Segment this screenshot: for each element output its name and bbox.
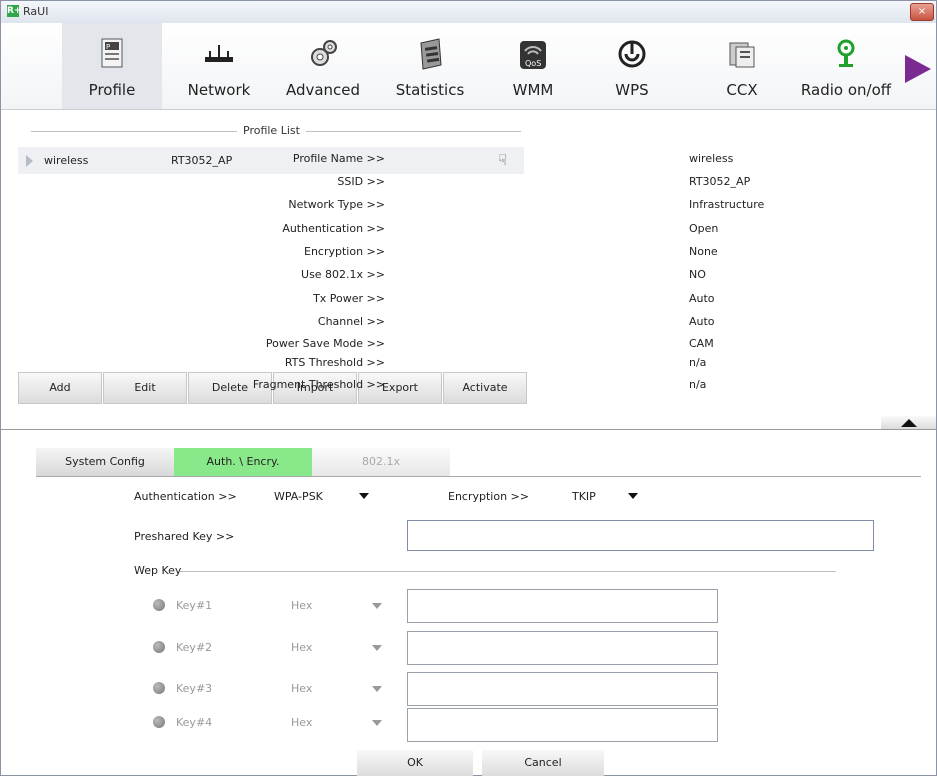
toolbar-label-wps: WPS — [615, 81, 649, 99]
cancel-button[interactable]: Cancel — [482, 750, 604, 776]
activate-button[interactable]: Activate — [443, 372, 527, 404]
close-button[interactable]: × — [910, 3, 934, 21]
preshared-key-input[interactable] — [407, 520, 874, 551]
toolbar-profile-button[interactable]: P Profile — [62, 23, 162, 109]
toolbar-network-button[interactable]: Network — [169, 23, 269, 109]
wep-key-frame — [180, 571, 836, 572]
wmm-badge-text: QoS — [525, 59, 541, 68]
key2-radio — [153, 641, 165, 653]
profile-row-name: wireless — [44, 154, 89, 167]
window-title: RaUI — [23, 5, 49, 18]
encryption-select[interactable]: TKIP — [572, 490, 596, 503]
tab-auth-encry[interactable]: Auth. \ Encry. — [174, 448, 312, 476]
key3-input — [407, 672, 718, 706]
key2-input — [407, 631, 718, 665]
profile-list-legend: Profile List — [237, 124, 306, 137]
toolbar-label-ccx: CCX — [726, 81, 758, 99]
statistics-icon — [420, 38, 442, 70]
svg-text:P: P — [106, 43, 110, 51]
ccx-icon — [729, 42, 755, 68]
toolbar-advanced-button[interactable]: Advanced — [273, 23, 373, 109]
key4-input — [407, 708, 718, 742]
key1-input — [407, 589, 718, 623]
raui-window: R+ RaUI × P Profile Network Advanced Sta… — [0, 0, 937, 776]
key3-radio — [153, 682, 165, 694]
toolbar-wmm-button[interactable]: QoS WMM — [488, 23, 578, 109]
app-logo-icon: R+ — [7, 5, 22, 17]
key2-format-dropdown-icon — [372, 645, 382, 651]
encryption-label: Encryption >> — [448, 490, 529, 503]
toolbar-label-profile: Profile — [88, 81, 136, 99]
toolbar-ccx-button[interactable]: CCX — [697, 23, 787, 109]
tab-8021x: 802.1x — [312, 448, 450, 476]
toolbar-next-arrow-icon[interactable] — [905, 55, 931, 83]
signal-hand-icon: ☟ — [498, 151, 508, 169]
edit-button[interactable]: Edit — [103, 372, 187, 404]
panel-divider — [1, 429, 936, 430]
encryption-dropdown-icon[interactable] — [628, 493, 638, 499]
collapse-up-button[interactable] — [881, 416, 936, 430]
key3-format-select: Hex — [291, 682, 313, 695]
row-arrow-icon — [26, 155, 33, 167]
authentication-select[interactable]: WPA-PSK — [274, 490, 323, 503]
title-bar: R+ RaUI × — [1, 1, 936, 24]
authentication-label: Authentication >> — [134, 490, 237, 503]
key4-label: Key#4 — [176, 716, 213, 729]
key3-format-dropdown-icon — [372, 686, 382, 692]
config-tabs: System Config Auth. \ Encry. 802.1x — [36, 448, 921, 477]
key2-label: Key#2 — [176, 641, 213, 654]
main-toolbar: P Profile Network Advanced Statistics Qo… — [1, 23, 936, 110]
wep-key-legend: Wep Key — [134, 564, 182, 577]
wmm-icon: QoS — [520, 41, 546, 69]
toolbar-label-radio: Radio on/off — [800, 81, 892, 99]
profile-panel: Profile List wireless RT3052_AP ☟ Add Ed… — [1, 110, 936, 430]
authentication-dropdown-icon[interactable] — [359, 493, 369, 499]
toolbar-label-statistics: Statistics — [395, 81, 465, 99]
network-icon — [205, 45, 233, 62]
ok-button[interactable]: OK — [357, 750, 473, 776]
toolbar-radio-button[interactable]: Radio on/off — [787, 23, 905, 109]
profile-row[interactable]: wireless RT3052_AP ☟ — [18, 147, 524, 174]
toolbar-label-network: Network — [187, 81, 251, 99]
key1-radio — [153, 599, 165, 611]
key4-format-select: Hex — [291, 716, 313, 729]
toolbar-label-wmm: WMM — [512, 81, 554, 99]
profile-row-ssid: RT3052_AP — [171, 154, 233, 167]
tab-system-config[interactable]: System Config — [36, 448, 174, 476]
key4-format-dropdown-icon — [372, 720, 382, 726]
toolbar-label-advanced: Advanced — [285, 81, 361, 99]
key4-radio — [153, 716, 165, 728]
gears-icon — [311, 40, 337, 66]
key1-label: Key#1 — [176, 599, 213, 612]
key1-format-dropdown-icon — [372, 603, 382, 609]
toolbar-wps-button[interactable]: WPS — [587, 23, 677, 109]
preshared-key-label: Preshared Key >> — [134, 530, 235, 543]
add-button[interactable]: Add — [18, 372, 102, 404]
key1-format-select: Hex — [291, 599, 313, 612]
wps-icon — [618, 40, 646, 68]
key2-format-select: Hex — [291, 641, 313, 654]
key3-label: Key#3 — [176, 682, 213, 695]
profile-icon: P — [101, 38, 123, 68]
toolbar-statistics-button[interactable]: Statistics — [380, 23, 480, 109]
radio-icon — [837, 39, 855, 67]
